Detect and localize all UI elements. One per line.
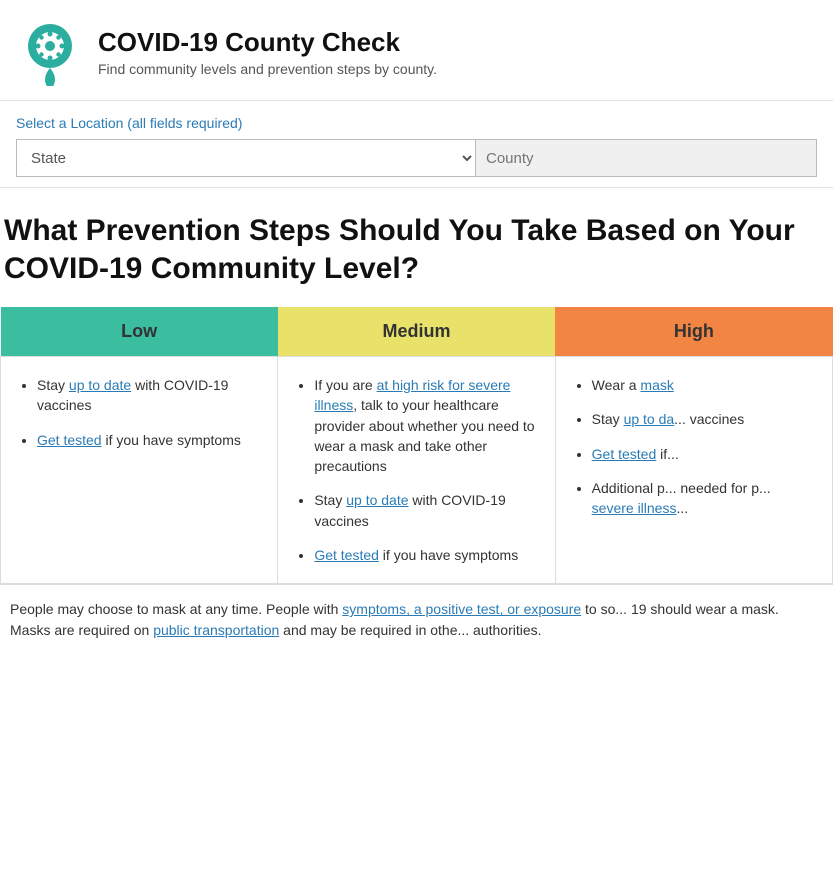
state-select[interactable]: State — [16, 139, 476, 177]
app-title: COVID-19 County Check — [98, 27, 437, 58]
high-risk-link[interactable]: at high risk for severe illness — [314, 377, 510, 413]
app-subtitle: Find community levels and prevention ste… — [98, 61, 437, 77]
list-item: If you are at high risk for severe illne… — [314, 375, 536, 476]
up-to-date-link-low-1[interactable]: up to date — [69, 377, 131, 393]
up-to-date-link-high[interactable]: up to da — [624, 411, 675, 427]
get-tested-link-medium[interactable]: Get tested — [314, 547, 379, 563]
level-high-content: Wear a mask Stay up to da... vaccines Ge… — [555, 357, 832, 584]
up-to-date-link-medium[interactable]: up to date — [346, 492, 408, 508]
levels-table: Low Medium High Stay up to date with COV… — [0, 307, 833, 584]
get-tested-link-high[interactable]: Get tested — [592, 446, 657, 462]
location-selects: State — [16, 139, 817, 177]
public-transport-link[interactable]: public transportation — [153, 622, 279, 638]
mask-link[interactable]: mask — [640, 377, 673, 393]
county-input[interactable] — [476, 139, 817, 177]
list-item: Stay up to date with COVID-19 vaccines — [314, 490, 536, 531]
header-text-block: COVID-19 County Check Find community lev… — [98, 27, 437, 77]
level-high-header: High — [555, 307, 832, 357]
level-low-content: Stay up to date with COVID-19 vaccines G… — [1, 357, 278, 584]
list-item: Get tested if... — [592, 444, 814, 464]
app-logo-icon — [16, 18, 84, 86]
severe-illness-link[interactable]: severe illness — [592, 500, 677, 516]
level-medium-content: If you are at high risk for severe illne… — [278, 357, 555, 584]
symptoms-link[interactable]: symptoms, a positive test, or exposure — [342, 601, 581, 617]
location-label: Select a Location (all fields required) — [16, 115, 817, 131]
main-content: What Prevention Steps Should You Take Ba… — [0, 188, 833, 584]
list-item: Get tested if you have symptoms — [314, 545, 536, 565]
app-header: COVID-19 County Check Find community lev… — [0, 0, 833, 101]
list-item: Wear a mask — [592, 375, 814, 395]
footer-text-start: People may choose to mask at any time. P… — [10, 601, 342, 617]
list-item: Additional p... needed for p... severe i… — [592, 478, 814, 519]
level-medium-header: Medium — [278, 307, 555, 357]
get-tested-link-low[interactable]: Get tested — [37, 432, 102, 448]
prevention-title: What Prevention Steps Should You Take Ba… — [0, 212, 833, 307]
location-section: Select a Location (all fields required) … — [0, 101, 833, 188]
level-low-header: Low — [1, 307, 278, 357]
footer-text-end: and may be required in othe... authoriti… — [279, 622, 541, 638]
footer-note: People may choose to mask at any time. P… — [0, 584, 833, 655]
list-item: Get tested if you have symptoms — [37, 430, 259, 450]
list-item: Stay up to date with COVID-19 vaccines — [37, 375, 259, 416]
list-item: Stay up to da... vaccines — [592, 409, 814, 429]
